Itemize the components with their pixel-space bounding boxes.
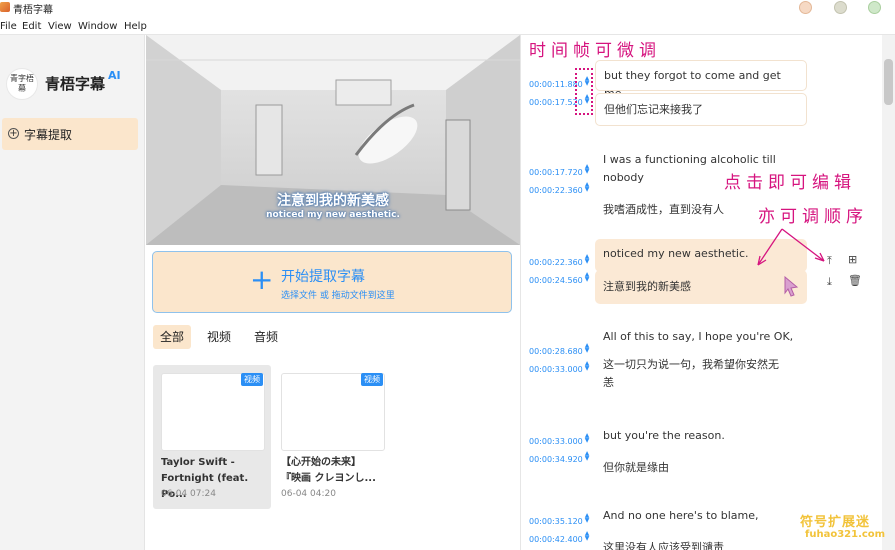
sidebar: 青字梧幕 青梧字幕 AI + 字幕提取 xyxy=(0,35,145,550)
end-time[interactable]: 00:00:24.560 xyxy=(529,276,583,285)
text-line: 恙 xyxy=(603,376,614,389)
time-adjust-arrows[interactable]: ▲ ▼ xyxy=(584,513,590,524)
file-card[interactable]: 视频 【心开始の未来】 『映画 クレヨンし... 06-04 04:20 xyxy=(273,365,391,509)
delete-icon[interactable]: 🗑 xyxy=(848,274,862,287)
segment-text-en[interactable]: All of this to say, I hope you're OK, xyxy=(595,322,807,352)
scrollbar-thumb[interactable] xyxy=(884,59,893,105)
file-name-line: 『映画 クレヨンし... xyxy=(281,473,376,484)
file-type-badge: 视频 xyxy=(241,373,263,386)
start-time[interactable]: 00:00:28.680 xyxy=(529,347,583,356)
segment-text-en[interactable]: but you're the reason. xyxy=(595,421,807,451)
menu-view[interactable]: View xyxy=(48,21,72,32)
annotation-reorder: 亦可调顺序 xyxy=(758,207,868,227)
file-date: 06-04 04:20 xyxy=(281,489,336,499)
start-time[interactable]: 00:00:17.720 xyxy=(529,168,583,177)
segment-text-cn[interactable]: 但他们忘记来接我了 xyxy=(595,93,807,126)
minimize-button[interactable] xyxy=(799,1,812,14)
time-adjust-arrows[interactable]: ▲ ▼ xyxy=(584,531,590,542)
text-line: 这里没有人应该受到谴责 xyxy=(603,541,724,550)
start-time[interactable]: 00:00:22.360 xyxy=(529,258,583,267)
text-line: All of this to say, I hope you're OK, xyxy=(603,330,794,343)
menu-help[interactable]: Help xyxy=(124,21,147,32)
time-adjust-arrows[interactable]: ▲ ▼ xyxy=(584,164,590,175)
segment-text-cn[interactable]: 这一切只为说一句，我希望你安然无 恙 xyxy=(595,350,807,398)
scrollbar[interactable] xyxy=(882,35,895,550)
time-adjust-highlight xyxy=(575,68,593,115)
segment-text-cn[interactable]: 注意到我的新美感 xyxy=(595,270,807,304)
close-button[interactable] xyxy=(868,1,881,14)
start-time[interactable]: 00:00:33.000 xyxy=(529,437,583,446)
cursor-icon xyxy=(784,275,799,297)
file-name-line: Taylor Swift - xyxy=(161,457,235,468)
plus-icon: + xyxy=(250,263,274,296)
file-card[interactable]: 视频 Taylor Swift - Fortnight (feat. Po...… xyxy=(153,365,271,509)
time-adjust-arrows[interactable]: ▲ ▼ xyxy=(584,451,590,462)
annotation-fine-tune: 时间帧可微调 xyxy=(529,41,661,61)
window-title: 青梧字幕 xyxy=(13,5,53,16)
filter-tab-audio[interactable]: 音频 xyxy=(247,325,285,349)
center-pane: 注意到我的新美感 noticed my new aesthetic. + 开始提… xyxy=(146,35,520,550)
video-preview[interactable]: 注意到我的新美感 noticed my new aesthetic. xyxy=(146,35,520,245)
sidebar-item-subtitle-extract[interactable]: + 字幕提取 xyxy=(2,118,138,150)
time-adjust-arrows[interactable]: ▲ ▼ xyxy=(584,433,590,444)
menu-edit[interactable]: Edit xyxy=(22,21,41,32)
annotation-arrows xyxy=(757,228,825,266)
sidebar-item-label: 字幕提取 xyxy=(24,128,73,142)
segment-text-cn[interactable]: 但你就是缘由 xyxy=(595,453,807,483)
brand-name: 青梧字幕 xyxy=(45,75,106,93)
segment-text-en[interactable]: but they forgot to come and get me. xyxy=(595,60,807,100)
brand-ai-tag: AI xyxy=(108,69,121,82)
watermark-url: fuhao321.com xyxy=(805,529,886,540)
video-subtitle-en: noticed my new aesthetic. xyxy=(266,210,400,220)
watermark-text: 符号扩展迷 xyxy=(800,515,871,530)
end-time[interactable]: 00:00:34.920 xyxy=(529,455,583,464)
text-line: 但他们忘记来接我了 xyxy=(604,103,703,116)
subtitle-segment: 00:00:33.000 ▲ ▼ 00:00:34.920 ▲ ▼ but you'… xyxy=(521,421,883,481)
subtitle-segment: 00:00:28.680 ▲ ▼ 00:00:33.000 ▲ ▼ All of t… xyxy=(521,322,883,402)
title-bar: 青梧字幕 xyxy=(0,0,895,16)
file-name: 【心开始の未来】 『映画 クレヨンし... xyxy=(281,455,387,487)
filter-tab-video[interactable]: 视频 xyxy=(200,325,238,349)
segment-text-en[interactable]: And no one here's to blame, xyxy=(595,501,807,531)
annotation-click-edit: 点击即可编辑 xyxy=(724,173,856,193)
end-time[interactable]: 00:00:42.400 xyxy=(529,535,583,544)
time-adjust-arrows[interactable]: ▲ ▼ xyxy=(584,254,590,265)
time-adjust-arrows[interactable]: ▲ ▼ xyxy=(584,343,590,354)
dropzone-hint: 选择文件 或 拖动文件到这里 xyxy=(281,291,395,301)
time-adjust-arrows[interactable]: ▲ ▼ xyxy=(584,361,590,372)
menu-window[interactable]: Window xyxy=(78,21,117,32)
menu-bar: File Edit View Window Help xyxy=(0,17,895,35)
text-line: 但你就是缘由 xyxy=(603,461,669,474)
start-extract-label: 开始提取字幕 xyxy=(281,269,365,285)
time-adjust-arrows[interactable]: ▲ ▼ xyxy=(584,182,590,193)
text-line: 注意到我的新美感 xyxy=(603,280,691,293)
text-line: 这一切只为说一句，我希望你安然无 xyxy=(603,358,779,371)
segment-text-cn[interactable]: 这里没有人应该受到谴责 xyxy=(595,533,807,550)
move-to-bottom-icon[interactable]: ⤓ xyxy=(827,275,832,289)
video-subtitle-cn: 注意到我的新美感 xyxy=(277,193,389,209)
time-adjust-arrows[interactable]: ▲ ▼ xyxy=(584,272,590,283)
plus-circle-icon: + xyxy=(8,128,19,139)
start-extract-dropzone[interactable]: + 开始提取字幕 选择文件 或 拖动文件到这里 xyxy=(152,251,512,313)
file-date: 06-04 07:24 xyxy=(161,489,216,499)
end-time[interactable]: 00:00:33.000 xyxy=(529,365,583,374)
app-icon xyxy=(0,2,10,12)
menu-file[interactable]: File xyxy=(0,21,17,32)
maximize-button[interactable] xyxy=(834,1,847,14)
app-logo: 青字梧幕 xyxy=(6,68,38,100)
filter-tab-all[interactable]: 全部 xyxy=(153,325,192,349)
text-line: And no one here's to blame, xyxy=(603,509,759,522)
end-time[interactable]: 00:00:22.360 xyxy=(529,186,583,195)
file-name-line: 【心开始の未来】 xyxy=(281,457,361,468)
start-time[interactable]: 00:00:35.120 xyxy=(529,517,583,526)
file-type-badge: 视频 xyxy=(361,373,383,386)
text-line: but you're the reason. xyxy=(603,429,725,442)
text-line: I was a functioning alcoholic till xyxy=(603,153,776,166)
merge-icon[interactable]: ⊞ xyxy=(848,253,857,266)
